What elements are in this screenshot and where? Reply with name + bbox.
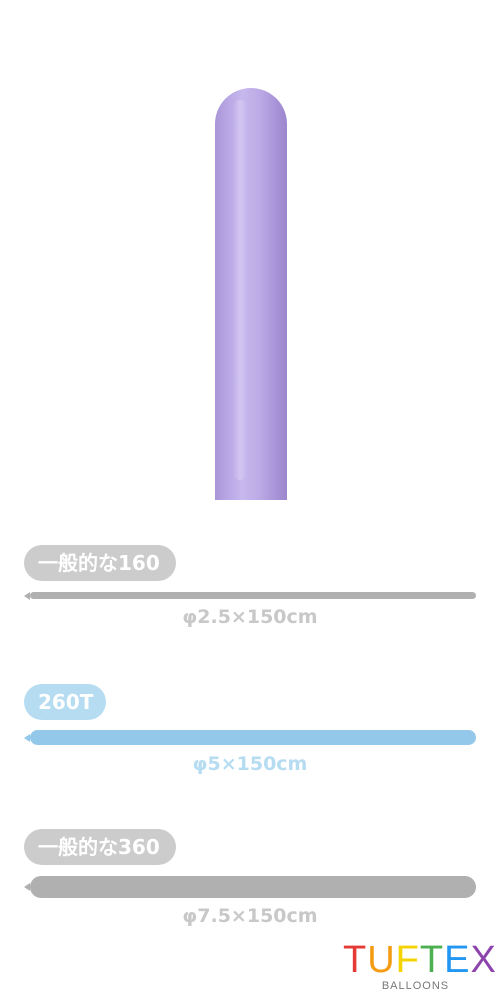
size-tag-160: 一般的な160	[24, 545, 176, 581]
balloon-illustration	[215, 88, 287, 500]
size-tag-360: 一般的な360	[24, 829, 176, 865]
tuftex-logo: TUFTEX BALLOONS	[343, 939, 496, 992]
bar-line	[30, 876, 476, 898]
size-label-160: φ2.5×150cm	[182, 606, 318, 628]
balloon-bar-160	[24, 591, 476, 600]
logo-letter: F	[395, 939, 420, 981]
bar-line	[30, 730, 476, 745]
balloon-bar-260t	[24, 730, 476, 745]
bar-line	[30, 592, 476, 599]
balloon-body	[215, 88, 287, 500]
logo-letter: U	[367, 939, 396, 981]
balloon-highlight	[233, 100, 247, 480]
size-label-260t: φ5×150cm	[192, 753, 308, 775]
logo-subtitle: BALLOONS	[381, 980, 450, 992]
logo-wordmark: TUFTEX	[343, 939, 496, 981]
logo-letter: T	[419, 939, 445, 981]
size-label-360: φ7.5×150cm	[182, 905, 318, 927]
balloon-bar-360	[24, 876, 476, 898]
logo-letter: X	[470, 939, 497, 981]
size-tag-260t: 260T	[24, 684, 106, 720]
logo-letter: T	[343, 939, 368, 981]
logo-letter: E	[444, 939, 471, 981]
